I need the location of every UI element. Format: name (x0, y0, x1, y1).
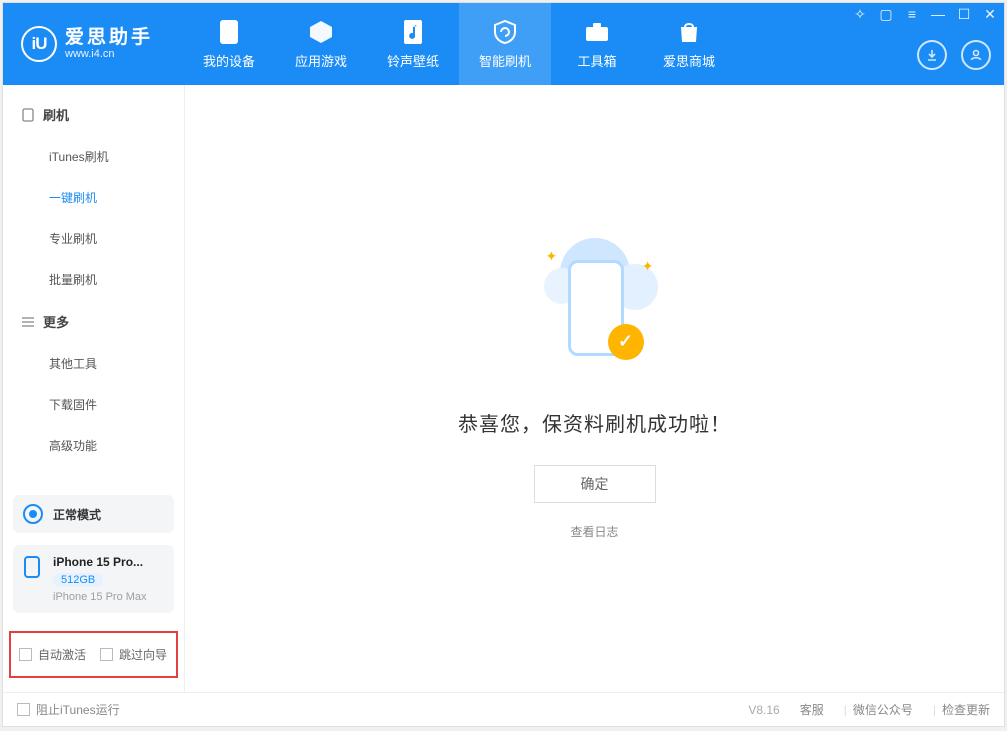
view-log-link[interactable]: 查看日志 (570, 523, 618, 540)
cube-icon (308, 19, 334, 45)
check-update-link[interactable]: 检查更新 (942, 701, 990, 718)
phone-icon (23, 556, 45, 578)
auto-activate-checkbox[interactable]: 自动激活 (19, 646, 86, 663)
sidebar-item-oneclick-flash[interactable]: 一键刷机 (3, 177, 184, 218)
options-highlight-box: 自动激活 跳过向导 (9, 631, 178, 678)
user-button[interactable] (961, 40, 991, 70)
sidebar-item-other-tools[interactable]: 其他工具 (3, 343, 184, 384)
minimize-icon[interactable]: — (929, 6, 947, 23)
phone-icon (216, 19, 242, 45)
nav-store[interactable]: 爱思商城 (643, 3, 735, 85)
ok-button[interactable]: 确定 (534, 465, 656, 503)
mode-icon (23, 504, 43, 524)
sidebar: 刷机 iTunes刷机 一键刷机 专业刷机 批量刷机 更多 其他工具 下载固件 … (3, 85, 185, 692)
maximize-icon[interactable]: ☐ (955, 6, 973, 23)
block-itunes-checkbox[interactable]: 阻止iTunes运行 (17, 701, 120, 718)
download-button[interactable] (917, 40, 947, 70)
checkbox-label: 阻止iTunes运行 (36, 701, 120, 718)
sidebar-item-advanced[interactable]: 高级功能 (3, 425, 184, 466)
skip-wizard-checkbox[interactable]: 跳过向导 (100, 646, 167, 663)
app-title: 爱思助手 (65, 28, 153, 49)
sidebar-item-itunes-flash[interactable]: iTunes刷机 (3, 136, 184, 177)
logo-area: iU 爱思助手 www.i4.cn (3, 3, 183, 85)
footer: 阻止iTunes运行 V8.16 客服 | 微信公众号 | 检查更新 (3, 692, 1004, 726)
nav-apps-games[interactable]: 应用游戏 (275, 3, 367, 85)
device-model: iPhone 15 Pro Max (53, 591, 147, 603)
device-icon (21, 108, 35, 122)
menu-icon[interactable]: ≡ (903, 6, 921, 23)
titlebar: iU 爱思助手 www.i4.cn 我的设备 应用游戏 铃声壁纸 智能刷机 (3, 3, 1004, 85)
device-card[interactable]: iPhone 15 Pro... 512GB iPhone 15 Pro Max (13, 545, 174, 613)
version-label: V8.16 (748, 703, 779, 717)
success-illustration: ✦✦ ✓ (530, 238, 660, 378)
sidebar-item-download-firmware[interactable]: 下载固件 (3, 384, 184, 425)
nav-my-device[interactable]: 我的设备 (183, 3, 275, 85)
checkbox-icon (19, 648, 32, 661)
mode-card[interactable]: 正常模式 (13, 495, 174, 533)
device-storage: 512GB (53, 573, 103, 587)
music-icon (400, 19, 426, 45)
checkbox-label: 自动激活 (38, 646, 86, 663)
nav-label: 爱思商城 (663, 51, 715, 70)
checkbox-label: 跳过向导 (119, 646, 167, 663)
sidebar-group-label: 刷机 (43, 105, 69, 124)
wechat-link[interactable]: 微信公众号 (853, 701, 913, 718)
nav-toolbox[interactable]: 工具箱 (551, 3, 643, 85)
app-subtitle: www.i4.cn (65, 48, 153, 60)
sidebar-group-more: 更多 (3, 300, 184, 343)
nav-label: 铃声壁纸 (387, 51, 439, 70)
pin-icon[interactable]: ▢ (877, 6, 895, 23)
checkmark-icon: ✓ (608, 324, 644, 360)
nav-label: 应用游戏 (295, 51, 347, 70)
mode-label: 正常模式 (53, 506, 101, 523)
more-icon (21, 315, 35, 329)
theme-icon[interactable]: ✧ (851, 6, 869, 23)
device-name: iPhone 15 Pro... (53, 555, 147, 569)
sidebar-group-label: 更多 (43, 312, 69, 331)
nav-label: 工具箱 (577, 51, 616, 70)
bag-icon (676, 19, 702, 45)
close-icon[interactable]: ✕ (981, 6, 999, 23)
sidebar-group-flash: 刷机 (3, 93, 184, 136)
content-area: ✦✦ ✓ 恭喜您，保资料刷机成功啦！ 确定 查看日志 (185, 85, 1004, 692)
success-title: 恭喜您，保资料刷机成功啦！ (458, 408, 731, 437)
sidebar-item-batch-flash[interactable]: 批量刷机 (3, 259, 184, 300)
checkbox-icon (17, 703, 30, 716)
checkbox-icon (100, 648, 113, 661)
logo-icon: iU (21, 26, 57, 62)
nav-smart-flash[interactable]: 智能刷机 (459, 3, 551, 85)
window-controls: ✧ ▢ ≡ — ☐ ✕ (851, 6, 999, 23)
nav-label: 我的设备 (203, 51, 255, 70)
shield-refresh-icon (492, 19, 518, 45)
briefcase-icon (584, 19, 610, 45)
nav-ringtone-wallpaper[interactable]: 铃声壁纸 (367, 3, 459, 85)
nav-label: 智能刷机 (479, 51, 531, 70)
support-link[interactable]: 客服 (800, 701, 824, 718)
sidebar-item-pro-flash[interactable]: 专业刷机 (3, 218, 184, 259)
